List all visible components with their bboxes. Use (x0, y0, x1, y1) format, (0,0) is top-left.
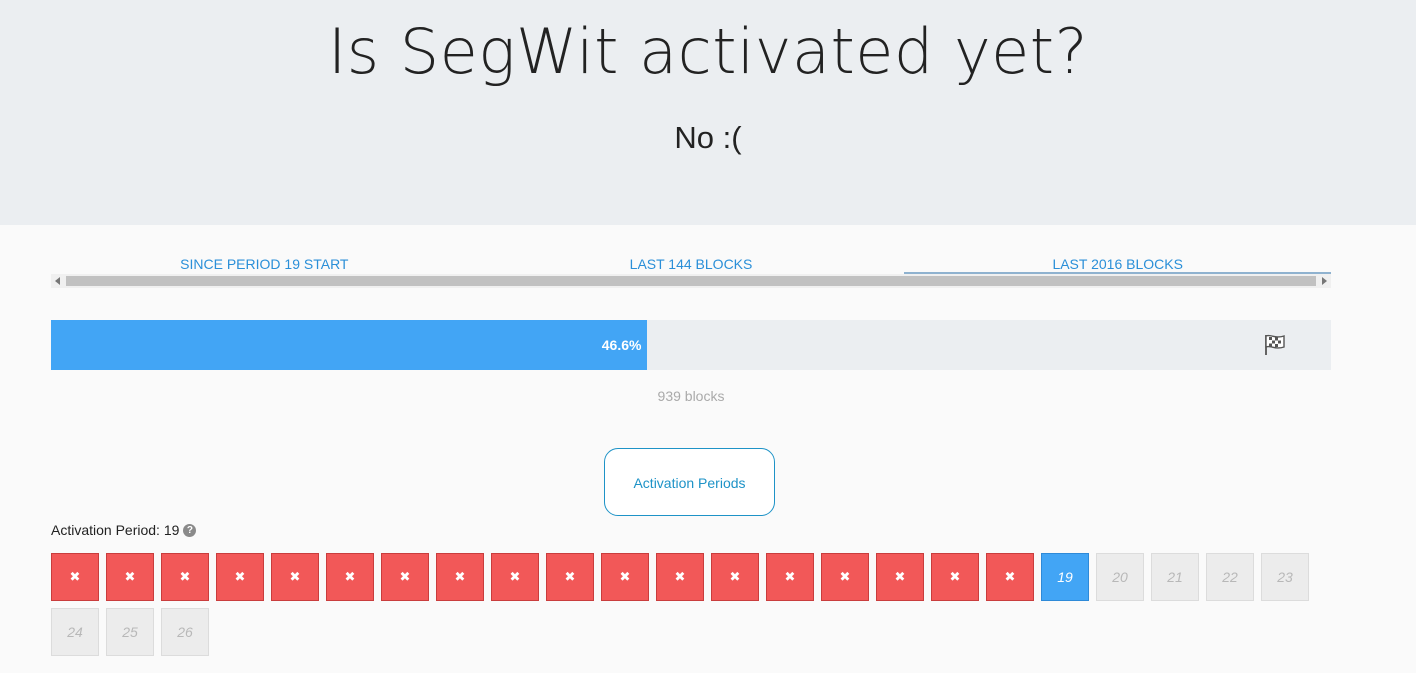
help-icon[interactable]: ? (183, 523, 197, 537)
tab-last-2016-blocks[interactable]: LAST 2016 BLOCKS (904, 254, 1332, 274)
period-cell-failed[interactable]: ✖ (821, 553, 869, 601)
x-icon: ✖ (839, 569, 851, 584)
tab-since-period-start[interactable]: SINCE PERIOD 19 START (51, 254, 478, 274)
progress-percent: 46.6% (601, 337, 642, 353)
period-cell-failed[interactable]: ✖ (931, 553, 979, 601)
period-cell-future: 25 (106, 608, 154, 656)
signalling-progress-bar: 46.6% (51, 320, 1331, 370)
period-cell-failed[interactable]: ✖ (51, 553, 99, 601)
period-cell-failed[interactable]: ✖ (216, 553, 264, 601)
blocks-count: 939 blocks (657, 388, 725, 404)
period-cell-future: 23 (1261, 553, 1309, 601)
x-icon: ✖ (784, 569, 796, 584)
x-icon: ✖ (179, 569, 191, 584)
x-icon: ✖ (454, 569, 466, 584)
period-cell-future: 24 (51, 608, 99, 656)
period-cell-future: 22 (1206, 553, 1254, 601)
x-icon: ✖ (729, 569, 741, 584)
x-icon: ✖ (509, 569, 521, 584)
x-icon: ✖ (949, 569, 961, 584)
tabs-horizontal-scrollbar[interactable] (51, 274, 1331, 288)
period-cell-failed[interactable]: ✖ (491, 553, 539, 601)
period-cell-failed[interactable]: ✖ (711, 553, 759, 601)
period-cell-failed[interactable]: ✖ (876, 553, 924, 601)
x-icon: ✖ (619, 569, 631, 584)
period-cell-failed[interactable]: ✖ (271, 553, 319, 601)
x-icon: ✖ (1004, 569, 1016, 584)
period-cell-failed[interactable]: ✖ (986, 553, 1034, 601)
period-cell-failed[interactable]: ✖ (546, 553, 594, 601)
period-cell-future: 26 (161, 608, 209, 656)
x-icon: ✖ (289, 569, 301, 584)
period-cell-failed[interactable]: ✖ (326, 553, 374, 601)
x-icon: ✖ (894, 569, 906, 584)
x-icon: ✖ (564, 569, 576, 584)
scroll-right-arrow-icon[interactable] (1322, 277, 1327, 285)
checkered-flag-icon (1265, 334, 1285, 355)
hero-banner: Is SegWit activated yet? No :( (0, 0, 1416, 225)
tab-last-144-blocks[interactable]: LAST 144 BLOCKS (478, 254, 905, 274)
period-cell-failed[interactable]: ✖ (656, 553, 704, 601)
x-icon: ✖ (344, 569, 356, 584)
progress-fill: 46.6% (51, 320, 648, 370)
period-cell-future: 21 (1151, 553, 1199, 601)
x-icon: ✖ (674, 569, 686, 584)
activation-periods-grid: ✖ ✖ ✖ ✖ ✖ ✖ ✖ ✖ ✖ ✖ ✖ ✖ ✖ ✖ ✖ ✖ ✖ ✖ 19 20 21 22 23 24 25 26 (51, 553, 1331, 663)
page-title: Is SegWit activated yet? (327, 15, 1089, 88)
activation-period-heading: Activation Period: 19 ? (51, 520, 197, 540)
scroll-left-arrow-icon[interactable] (55, 277, 60, 285)
period-cell-failed[interactable]: ✖ (766, 553, 814, 601)
period-cell-failed[interactable]: ✖ (106, 553, 154, 601)
x-icon: ✖ (234, 569, 246, 584)
period-cell-future: 20 (1096, 553, 1144, 601)
x-icon: ✖ (399, 569, 411, 584)
period-cell-failed[interactable]: ✖ (381, 553, 429, 601)
period-cell-failed[interactable]: ✖ (436, 553, 484, 601)
x-icon: ✖ (69, 569, 81, 584)
period-cell-failed[interactable]: ✖ (161, 553, 209, 601)
activation-period-label: Activation Period: 19 (51, 522, 180, 538)
x-icon: ✖ (124, 569, 136, 584)
scrollbar-thumb[interactable] (66, 276, 1316, 286)
period-tabs: SINCE PERIOD 19 START LAST 144 BLOCKS LA… (51, 254, 1332, 274)
period-cell-current[interactable]: 19 (1041, 553, 1089, 601)
activation-periods-button[interactable]: Activation Periods (604, 448, 775, 516)
activation-status: No :( (674, 120, 742, 155)
period-cell-failed[interactable]: ✖ (601, 553, 649, 601)
